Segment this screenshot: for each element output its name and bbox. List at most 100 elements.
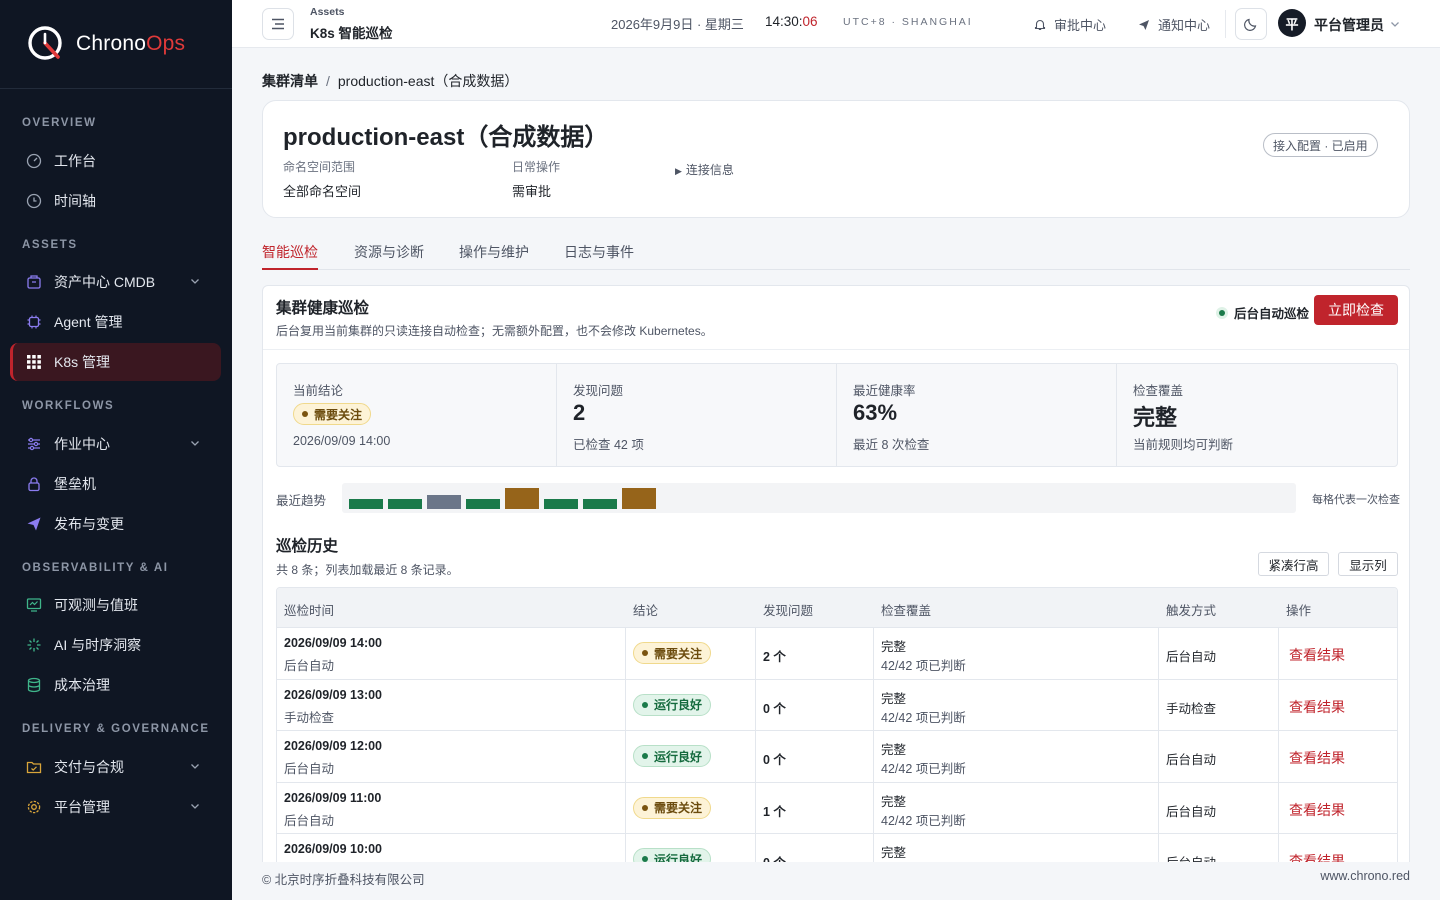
notification-center-link[interactable]: 通知中心 (1138, 15, 1210, 34)
topbar-clock: 14:30:06 (765, 14, 818, 29)
sidebar-item-agent[interactable]: Agent 管理 (10, 303, 221, 341)
sidebar-item-ai[interactable]: AI 与时序洞察 (10, 626, 221, 664)
sidebar-item-delivery[interactable]: 交付与合规 (10, 748, 221, 786)
approval-center-link[interactable]: 审批中心 (1034, 15, 1106, 34)
trigger-type: 后台自动 (1166, 804, 1217, 819)
main-content: 集群清单 / production-east（合成数据） production-ea… (232, 48, 1440, 862)
nav-section-workflows: WORKFLOWS (22, 400, 115, 412)
chevron-down-icon (191, 279, 199, 284)
theme-toggle-button[interactable] (1235, 8, 1267, 40)
footer-website-link[interactable]: www.chrono.red (1320, 869, 1410, 883)
trigger-type: 后台自动 (1166, 650, 1217, 664)
trend-bar[interactable] (505, 488, 539, 509)
trend-bar[interactable] (466, 499, 500, 509)
user-name[interactable]: 平台管理员 (1314, 15, 1384, 35)
panel-title: 集群健康巡检 (276, 300, 370, 317)
lock-icon (26, 476, 42, 492)
run-check-button[interactable]: 立即检查 (1314, 295, 1398, 325)
chevron-down-icon[interactable] (1389, 18, 1401, 30)
view-result-link[interactable]: 查看结果 (1289, 645, 1345, 665)
dashboard-icon (26, 153, 42, 169)
avatar[interactable]: 平 (1278, 9, 1306, 37)
coverage: 完整 (881, 794, 907, 809)
box-icon (26, 274, 42, 290)
view-result-link[interactable]: 查看结果 (1289, 697, 1345, 717)
breadcrumb-separator: / (326, 73, 330, 89)
status-dot-icon (1216, 306, 1228, 319)
stat-value: 2 (573, 400, 586, 425)
sidebar-item-bastion[interactable]: 堡垒机 (10, 465, 221, 503)
sidebar-item-k8s[interactable]: K8s 管理 (10, 343, 221, 381)
sidebar-item-label: 成本治理 (54, 677, 110, 693)
column-header: 巡检时间 (284, 604, 335, 618)
stat-label: 当前结论 (293, 384, 344, 398)
brand-logo[interactable]: ChronoOps (0, 0, 232, 89)
trigger-type: 后台自动 (1166, 852, 1216, 862)
connection-info-toggle[interactable]: ▶ 连接信息 (675, 161, 734, 178)
sidebar: ChronoOps OVERVIEW ASSETS WORKFLOWS OBSE… (0, 0, 232, 900)
columns-button[interactable]: 显示列 (1338, 552, 1398, 576)
trend-bar[interactable] (622, 488, 656, 509)
database-icon (26, 677, 42, 693)
breadcrumb-root-link[interactable]: 集群清单 (262, 73, 318, 89)
trend-bar[interactable] (544, 499, 578, 509)
trend-bar[interactable] (349, 499, 383, 509)
sliders-icon (26, 436, 42, 452)
trend-bar[interactable] (388, 499, 422, 509)
stat-coverage: 检查覆盖 完整 当前规则均可判断 (1117, 364, 1397, 466)
sidebar-item-dashboard[interactable]: 工作台 (10, 142, 221, 180)
sidebar-item-release[interactable]: 发布与变更 (10, 505, 221, 543)
view-result-link[interactable]: 查看结果 (1289, 851, 1345, 862)
status-badge: 运行良好 (633, 848, 712, 862)
tabs: 智能巡检 资源与诊断 操作与维护 日志与事件 (262, 238, 1410, 270)
stat-current-conclusion: 当前结论 需要关注 2026/09/09 14:00 (277, 364, 557, 466)
sidebar-item-platform[interactable]: 平台管理 (10, 788, 221, 826)
chevron-down-icon (191, 441, 199, 446)
sidebar-item-observability[interactable]: 可观测与值班 (10, 586, 221, 624)
status-badge: 接入配置 · 已启用 (1263, 133, 1378, 157)
trend-label: 最近趋势 (276, 494, 327, 508)
coverage-detail: 42/42 项已判断 (881, 762, 966, 777)
sidebar-item-cost[interactable]: 成本治理 (10, 666, 221, 704)
table-header: 巡检时间 结论 发现问题 检查覆盖 触发方式 操作 (277, 588, 1397, 628)
panel-description: 后台复用当前集群的只读连接自动检查；无需额外配置，也不会修改 Kubernete… (276, 324, 713, 338)
trend-bar[interactable] (583, 499, 617, 509)
topbar-divider (1225, 10, 1226, 38)
tab-inspection[interactable]: 智能巡检 (262, 242, 318, 270)
coverage-detail: 42/42 项已判断 (881, 710, 966, 725)
nav-section-assets: ASSETS (22, 239, 78, 251)
view-result-link[interactable]: 查看结果 (1289, 800, 1345, 820)
nav-section-overview: OVERVIEW (22, 117, 97, 129)
view-result-link[interactable]: 查看结果 (1289, 748, 1345, 768)
chevron-down-icon (191, 804, 199, 809)
sidebar-item-label: K8s 管理 (54, 354, 111, 370)
trend-bar[interactable] (427, 495, 461, 509)
sidebar-item-jobs[interactable]: 作业中心 (10, 425, 221, 463)
tab-logs[interactable]: 日志与事件 (564, 242, 634, 270)
issue-count: 2 个 (763, 650, 786, 664)
daily-ops-value: 需审批 (512, 184, 552, 199)
tab-operations[interactable]: 操作与维护 (459, 242, 529, 270)
tab-resources[interactable]: 资源与诊断 (354, 242, 424, 270)
column-header: 发现问题 (763, 604, 814, 618)
stat-label: 发现问题 (573, 384, 624, 398)
sidebar-item-timeline[interactable]: 时间轴 (10, 182, 221, 220)
nav-section-observability: OBSERVABILITY & AI (22, 562, 169, 574)
topbar-page-title: K8s 智能巡检 (310, 26, 393, 41)
send-icon (1139, 19, 1149, 30)
status-badge: 需要关注 (633, 796, 712, 819)
compact-rows-button[interactable]: 紧凑行高 (1258, 552, 1329, 576)
sidebar-item-label: 可观测与值班 (54, 597, 138, 613)
stat-label: 最近健康率 (853, 384, 916, 398)
trigger-type: 后台自动 (1166, 753, 1217, 768)
menu-toggle-button[interactable] (262, 8, 294, 40)
coverage: 完整 (881, 743, 907, 758)
page-title: production-east（合成数据） (283, 124, 609, 151)
clock-icon (26, 193, 42, 209)
column-header: 检查覆盖 (881, 604, 932, 618)
column-header: 触发方式 (1166, 604, 1217, 618)
history-title: 巡检历史 (276, 538, 339, 555)
monitor-icon (26, 597, 42, 613)
sidebar-item-label: Agent 管理 (54, 314, 123, 330)
sidebar-item-cmdb[interactable]: 资产中心 CMDB (10, 263, 221, 301)
